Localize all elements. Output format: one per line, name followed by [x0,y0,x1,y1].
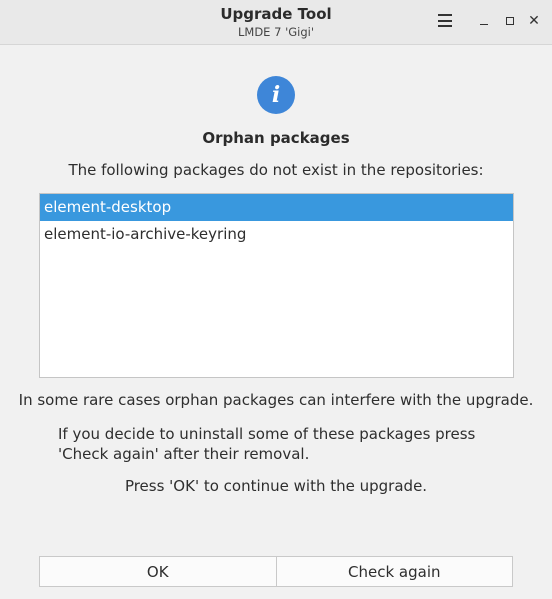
minimize-button[interactable] [475,12,493,30]
note-uninstall: If you decide to uninstall some of these… [58,425,476,463]
note-continue: Press 'OK' to continue with the upgrade. [124,477,428,495]
dialog-heading: Orphan packages [202,129,350,147]
dialog-description: The following packages do not exist in t… [68,161,484,179]
button-row: OK Check again [39,556,513,587]
close-button[interactable]: ✕ [525,12,543,30]
maximize-button[interactable] [501,12,519,30]
ok-button[interactable]: OK [40,557,276,586]
list-item[interactable]: element-io-archive-keyring [40,221,513,248]
menu-icon[interactable] [438,14,452,27]
package-list[interactable]: element-desktop element-io-archive-keyri… [39,193,514,378]
window-title: Upgrade Tool [220,5,332,23]
note-interfere: In some rare cases orphan packages can i… [18,391,534,409]
check-again-button[interactable]: Check again [275,557,512,586]
info-icon: i [257,76,295,114]
list-item[interactable]: element-desktop [40,194,513,221]
title-bar: Upgrade Tool LMDE 7 'Gigi' ✕ [0,0,552,45]
window-subtitle: LMDE 7 'Gigi' [237,25,314,39]
